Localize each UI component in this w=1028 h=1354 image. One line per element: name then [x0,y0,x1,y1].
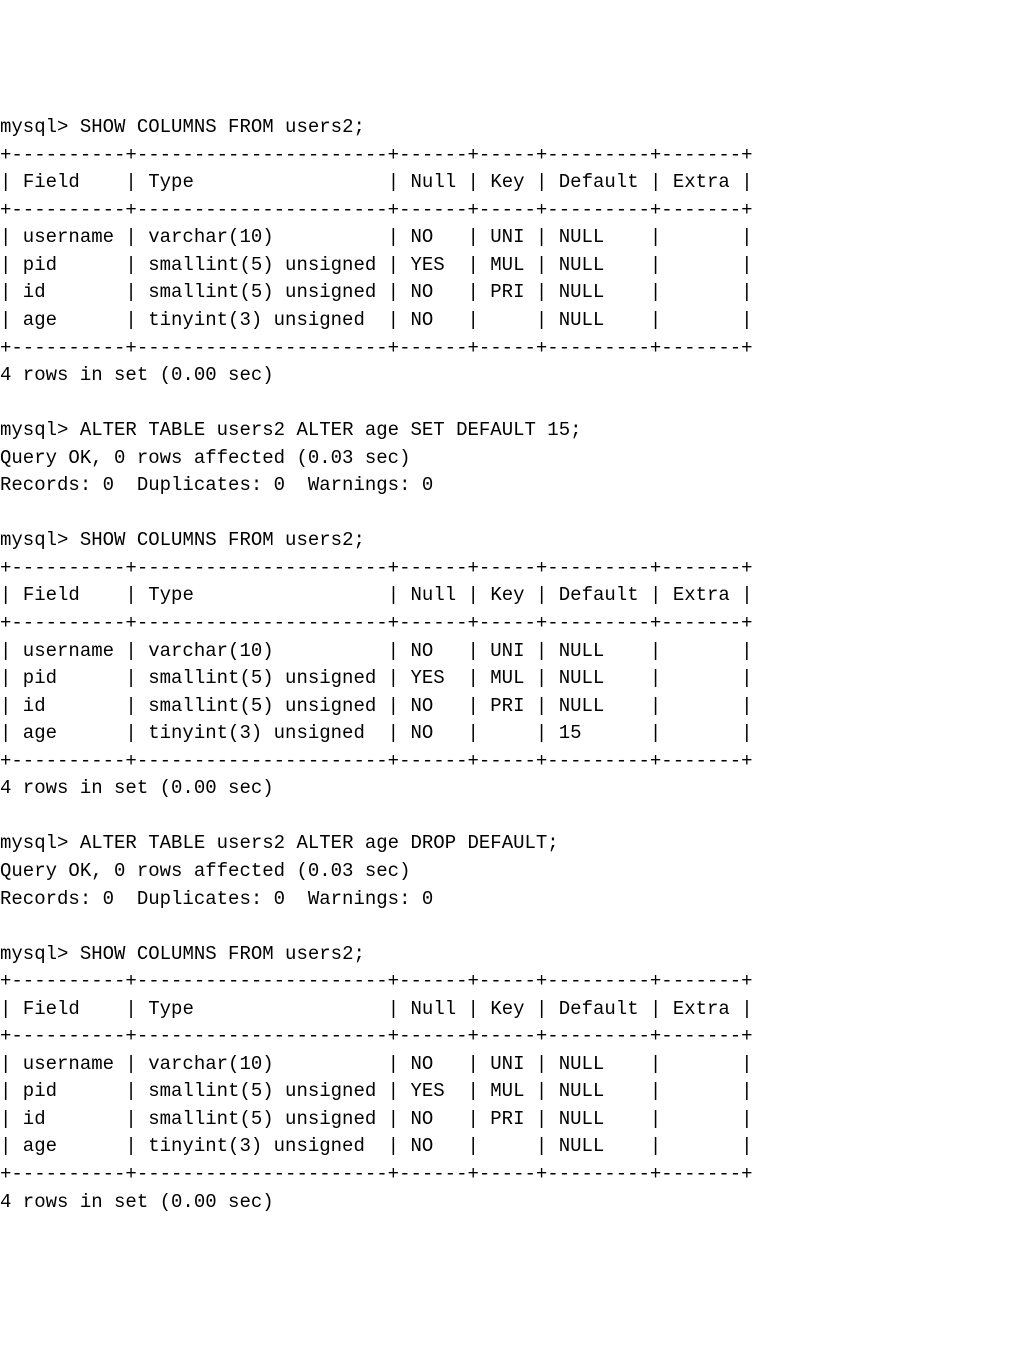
records-line: Records: 0 Duplicates: 0 Warnings: 0 [0,888,433,910]
header-default: Default [559,584,639,606]
rows-in-set: 4 rows in set (0.00 sec) [0,777,274,799]
header-type: Type [148,998,376,1020]
header-field: Field [23,584,114,606]
command-alter-drop-default: ALTER TABLE users2 ALTER age DROP DEFAUL… [80,832,559,854]
table2-rows: | username | varchar(10) | NO | UNI | NU… [0,640,753,745]
header-null: Null [411,998,457,1020]
prompt: mysql> [0,529,68,551]
prompt: mysql> [0,832,68,854]
query-ok: Query OK, 0 rows affected (0.03 sec) [0,860,410,882]
query-ok: Query OK, 0 rows affected (0.03 sec) [0,447,410,469]
table1-rows: | username | varchar(10) | NO | UNI | NU… [0,226,753,331]
table-border: +----------+----------------------+-----… [0,337,753,359]
table-border: +----------+----------------------+-----… [0,199,753,221]
header-extra: Extra [673,171,730,193]
prompt: mysql> [0,116,68,138]
command-alter-set-default: ALTER TABLE users2 ALTER age SET DEFAULT… [80,419,582,441]
rows-in-set: 4 rows in set (0.00 sec) [0,364,274,386]
table-border: +----------+----------------------+-----… [0,1025,753,1047]
command-show-columns-1: SHOW COLUMNS FROM users2; [80,116,365,138]
prompt: mysql> [0,419,68,441]
rows-in-set: 4 rows in set (0.00 sec) [0,1191,274,1213]
header-extra: Extra [673,998,730,1020]
header-null: Null [411,584,457,606]
header-key: Key [490,584,524,606]
table-border: +----------+----------------------+-----… [0,750,753,772]
header-default: Default [559,171,639,193]
header-null: Null [411,171,457,193]
header-key: Key [490,998,524,1020]
table-border: +----------+----------------------+-----… [0,557,753,579]
header-extra: Extra [673,584,730,606]
header-default: Default [559,998,639,1020]
header-field: Field [23,998,114,1020]
table-border: +----------+----------------------+-----… [0,144,753,166]
terminal-output: mysql> SHOW COLUMNS FROM users2; +------… [0,110,1028,1216]
table-border: +----------+----------------------+-----… [0,1163,753,1185]
header-field: Field [23,171,114,193]
header-key: Key [490,171,524,193]
command-show-columns-3: SHOW COLUMNS FROM users2; [80,943,365,965]
records-line: Records: 0 Duplicates: 0 Warnings: 0 [0,474,433,496]
header-type: Type [148,584,376,606]
table-border: +----------+----------------------+-----… [0,970,753,992]
table-border: +----------+----------------------+-----… [0,612,753,634]
header-type: Type [148,171,376,193]
prompt: mysql> [0,943,68,965]
command-show-columns-2: SHOW COLUMNS FROM users2; [80,529,365,551]
